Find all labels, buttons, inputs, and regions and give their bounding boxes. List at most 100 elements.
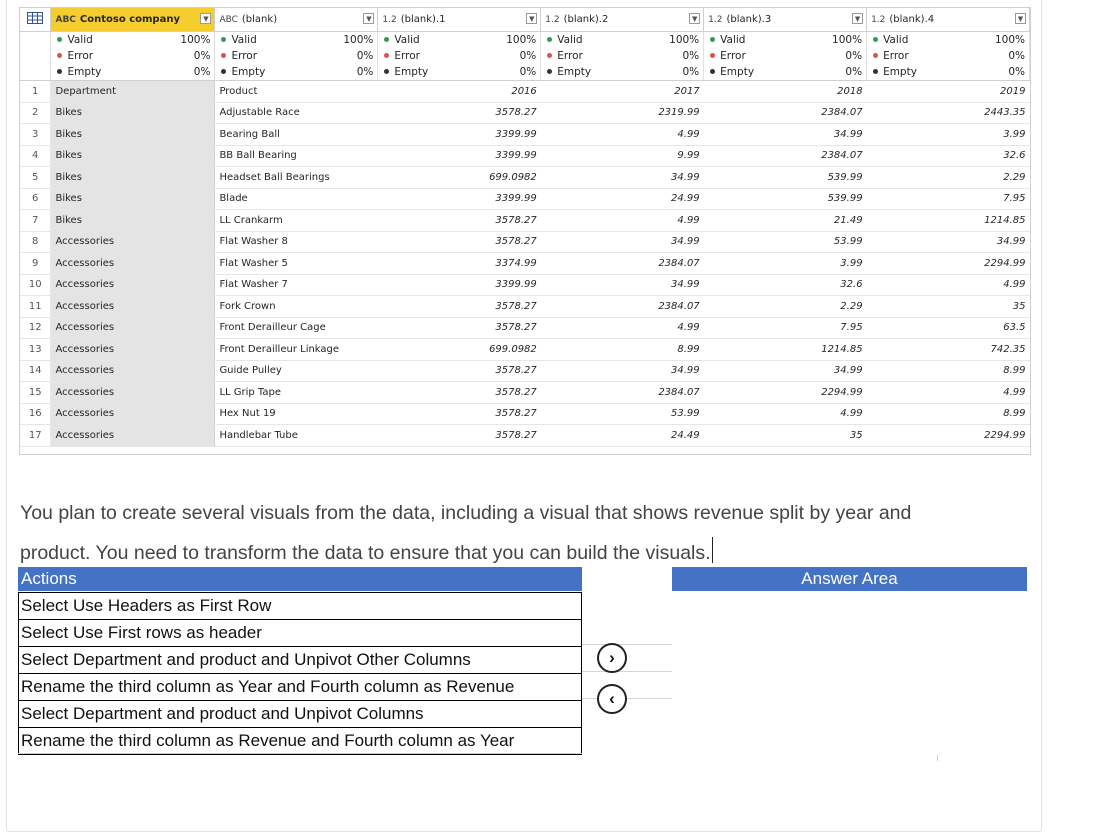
table-cell[interactable]: 539.99 <box>703 166 867 189</box>
table-cell[interactable]: 699.0982 <box>377 338 541 361</box>
table-cell[interactable]: 32.6 <box>703 274 867 296</box>
table-cell[interactable]: Bikes <box>50 188 216 210</box>
table-cell[interactable]: 3578.27 <box>377 360 541 382</box>
action-item[interactable]: Rename the third column as Revenue and F… <box>18 728 582 755</box>
table-cell[interactable]: Accessories <box>50 338 216 361</box>
table-cell[interactable]: Accessories <box>50 403 216 425</box>
table-cell[interactable]: Front Derailleur Linkage <box>214 338 378 361</box>
table-cell[interactable]: 34.99 <box>540 166 704 189</box>
table-cell[interactable]: 2384.07 <box>540 381 704 404</box>
table-cell[interactable]: 2.29 <box>866 166 1030 189</box>
table-cell[interactable]: LL Grip Tape <box>214 381 378 404</box>
table-cell[interactable]: Accessories <box>50 360 216 382</box>
table-cell[interactable]: BB Ball Bearing <box>214 145 378 167</box>
table-cell[interactable]: 32.6 <box>866 145 1030 167</box>
filter-dropdown-icon[interactable]: ▼ <box>200 13 212 24</box>
table-cell[interactable]: 34.99 <box>866 231 1030 253</box>
action-item[interactable]: Rename the third column as Year and Four… <box>18 674 582 701</box>
table-cell[interactable]: LL Crankarm <box>214 209 378 232</box>
answer-slot[interactable] <box>582 645 672 672</box>
table-cell[interactable]: 2018 <box>703 80 867 103</box>
table-cell[interactable]: 2294.99 <box>866 424 1030 447</box>
filter-dropdown-icon[interactable]: ▼ <box>852 13 864 24</box>
table-cell[interactable]: Accessories <box>50 231 216 253</box>
answer-area[interactable] <box>582 618 672 699</box>
table-cell[interactable]: 3.99 <box>703 252 867 275</box>
table-cell[interactable]: 742.35 <box>866 338 1030 361</box>
answer-slot[interactable] <box>582 618 672 645</box>
table-cell[interactable]: 1214.85 <box>866 209 1030 232</box>
table-cell[interactable]: 4.99 <box>540 123 704 146</box>
table-cell[interactable]: 3578.27 <box>377 231 541 253</box>
table-cell[interactable]: 53.99 <box>703 231 867 253</box>
table-cell[interactable]: Blade <box>214 188 378 210</box>
table-cell[interactable]: 3578.27 <box>377 295 541 318</box>
table-cell[interactable]: Front Derailleur Cage <box>214 317 378 339</box>
table-cell[interactable]: 35 <box>866 295 1030 318</box>
column-header-contoso-company[interactable]: ABC Contoso company ▼ <box>50 8 216 32</box>
table-cell[interactable]: 2443.35 <box>866 102 1030 124</box>
table-cell[interactable]: 3399.99 <box>377 188 541 210</box>
table-cell[interactable]: 539.99 <box>703 188 867 210</box>
table-cell[interactable]: Flat Washer 7 <box>214 274 378 296</box>
table-cell[interactable]: 3578.27 <box>377 317 541 339</box>
table-cell[interactable]: Accessories <box>50 381 216 404</box>
table-cell[interactable]: 2319.99 <box>540 102 704 124</box>
table-cell[interactable]: 34.99 <box>540 231 704 253</box>
table-cell[interactable]: Accessories <box>50 274 216 296</box>
table-cell[interactable]: Handlebar Tube <box>214 424 378 447</box>
table-cell[interactable]: 34.99 <box>703 123 867 146</box>
table-cell[interactable]: 3399.99 <box>377 123 541 146</box>
table-cell[interactable]: 21.49 <box>703 209 867 232</box>
table-cell[interactable]: 3578.27 <box>377 381 541 404</box>
table-cell[interactable]: 2.29 <box>703 295 867 318</box>
table-cell[interactable]: Headset Ball Bearings <box>214 166 378 189</box>
table-cell[interactable]: Department <box>50 80 216 103</box>
move-right-button[interactable]: › <box>597 643 627 673</box>
table-cell[interactable]: Bikes <box>50 145 216 167</box>
action-item[interactable]: Select Department and product and Unpivo… <box>18 701 582 728</box>
table-cell[interactable]: 2016 <box>377 80 541 103</box>
table-cell[interactable]: 3578.27 <box>377 102 541 124</box>
table-menu-icon[interactable] <box>20 8 52 32</box>
table-cell[interactable]: Flat Washer 8 <box>214 231 378 253</box>
column-header-blank-4[interactable]: 1.2 (blank).4 ▼ <box>866 8 1030 32</box>
table-cell[interactable]: Guide Pulley <box>214 360 378 382</box>
column-header-blank-2[interactable]: 1.2 (blank).2 ▼ <box>540 8 705 32</box>
table-cell[interactable]: 24.99 <box>540 188 704 210</box>
table-cell[interactable]: 2384.07 <box>540 252 704 275</box>
filter-dropdown-icon[interactable]: ▼ <box>526 13 538 24</box>
table-cell[interactable]: 63.5 <box>866 317 1030 339</box>
table-cell[interactable]: 3578.27 <box>377 209 541 232</box>
table-cell[interactable]: Accessories <box>50 295 216 318</box>
table-cell[interactable]: 4.99 <box>866 381 1030 404</box>
table-cell[interactable]: 24.49 <box>540 424 704 447</box>
table-cell[interactable]: Flat Washer 5 <box>214 252 378 275</box>
filter-dropdown-icon[interactable]: ▼ <box>363 13 375 24</box>
table-cell[interactable]: 2384.07 <box>540 295 704 318</box>
filter-dropdown-icon[interactable]: ▼ <box>689 13 701 24</box>
table-cell[interactable]: 34.99 <box>540 360 704 382</box>
table-cell[interactable]: 4.99 <box>540 317 704 339</box>
action-item[interactable]: Select Use First rows as header <box>18 620 582 647</box>
table-cell[interactable]: Hex Nut 19 <box>214 403 378 425</box>
table-cell[interactable]: Fork Crown <box>214 295 378 318</box>
table-cell[interactable]: 8.99 <box>866 403 1030 425</box>
table-cell[interactable]: 34.99 <box>703 360 867 382</box>
table-cell[interactable]: 7.95 <box>866 188 1030 210</box>
column-header-blank-1[interactable]: 1.2 (blank).1 ▼ <box>377 8 542 32</box>
table-cell[interactable]: 4.99 <box>866 274 1030 296</box>
action-item[interactable]: Select Department and product and Unpivo… <box>18 647 582 674</box>
action-item[interactable]: Select Use Headers as First Row <box>18 592 582 620</box>
table-cell[interactable]: 699.0982 <box>377 166 541 189</box>
table-cell[interactable]: 3399.99 <box>377 274 541 296</box>
table-cell[interactable]: Bikes <box>50 209 216 232</box>
answer-slot[interactable] <box>582 672 672 699</box>
table-cell[interactable]: Adjustable Race <box>214 102 378 124</box>
table-cell[interactable]: 2384.07 <box>703 102 867 124</box>
table-cell[interactable]: 2019 <box>866 80 1030 103</box>
column-header-blank-3[interactable]: 1.2 (blank).3 ▼ <box>703 8 868 32</box>
table-cell[interactable]: 3578.27 <box>377 424 541 447</box>
table-cell[interactable]: 8.99 <box>540 338 704 361</box>
table-cell[interactable]: Accessories <box>50 424 216 447</box>
